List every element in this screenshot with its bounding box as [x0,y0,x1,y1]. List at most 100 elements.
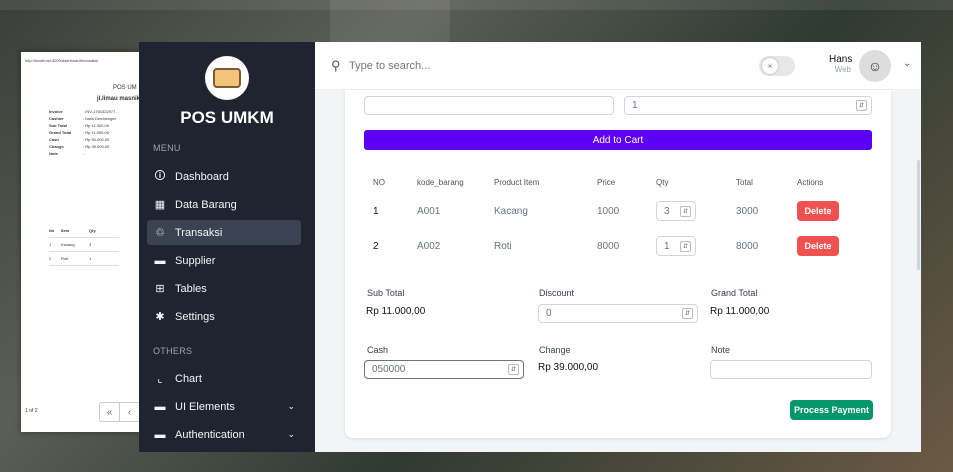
column-header: Price [597,178,616,187]
chart-icon: ⌞ [157,373,163,385]
row-qty-input[interactable]: 3 ⇵ [656,201,696,221]
scrollbar[interactable] [917,160,920,270]
preview-field-value: : hans Dembenger [83,116,116,121]
preview-field-key: Sub Total [49,123,67,128]
avatar[interactable]: ☺ [859,50,891,82]
sidebar-item-supplier[interactable]: ▬ Supplier [147,248,301,273]
preview-th: No [49,228,55,233]
cash-value: 050000 [372,364,406,375]
preview-table: No Item Qty 1 Kacang 3 2 Roti 1 [49,224,119,266]
user-role: Web [834,65,851,74]
sidebar-item-label: Supplier [175,254,216,267]
preview-url: http://localhost:3000/dashboard/transaks… [25,58,98,63]
preview-th: Item [61,228,70,233]
grand-total-value: Rp 11.000,00 [710,306,770,317]
column-header: Qty [656,178,669,187]
preview-field-value: : Rp 50.000,00 [83,137,110,142]
row-qty-value: 1 [664,240,670,252]
preview-title: POS UM [113,85,137,91]
cell-kode: A002 [417,241,441,252]
preview-pager: « ‹ [99,402,141,422]
sun-icon: ☀ [762,58,778,74]
change-value: Rp 39.000,00 [538,362,599,373]
sidebar-item-authentication[interactable]: ▬ Authentication ⌄ [147,422,301,447]
preview-field-key: Cashier [49,116,64,121]
brand-name: POS UMKM [180,108,274,127]
logo [205,56,249,100]
sidebar-item-ui-elements[interactable]: ▬ UI Elements ⌄ [147,394,301,419]
sidebar-item-label: Transaksi [175,226,223,239]
preview-field-value: : Rp 11.000,00 [83,130,109,135]
preview-field-key: Change [49,144,64,149]
add-to-cart-button[interactable]: Add to Cart [364,130,872,150]
process-payment-button[interactable]: Process Payment [790,400,873,420]
theme-toggle[interactable]: ☀ [759,56,795,76]
box-icon: ▬ [154,400,166,413]
product-select[interactable] [364,96,614,115]
chevron-down-icon: ⌄ [287,401,295,411]
delete-button[interactable]: Delete [797,201,839,221]
search-input[interactable] [349,56,589,76]
cell-no: 2 [373,241,379,252]
store-icon: ▦ [154,199,166,211]
preview-field-key: Cash [49,137,59,142]
sidebar: POS UMKM MENU 🛈 Dashboard ▦ Data Barang … [139,42,315,452]
sidebar-item-settings[interactable]: ✱ Settings [147,304,301,329]
info-icon: 🛈 [154,170,166,182]
discount-input[interactable]: 0 ⇵ [538,304,698,323]
sidebar-item-dashboard[interactable]: 🛈 Dashboard [147,164,301,189]
preview-field-key: Grand Total [49,130,72,135]
preview-field-value: : Rp 11.000,00 [83,123,109,128]
column-header: Total [736,178,753,187]
qty-input[interactable]: 1 ⇵ [624,96,872,115]
preview-field-key: Invoice [49,109,63,114]
stepper-icon[interactable]: ⇵ [680,206,691,217]
recycle-icon: ♲ [155,227,165,239]
store-logo-icon [213,68,241,88]
sidebar-item-label: Tables [175,282,207,295]
stepper-icon[interactable]: ⇵ [682,308,693,319]
preview-field-value: : [83,151,85,156]
preview-row: 2 Roti 1 [49,252,119,266]
sidebar-item-label: Dashboard [175,170,229,183]
others-section-label: OTHERS [153,346,193,356]
menu-section-label: MENU [153,143,181,153]
sidebar-item-label: Authentication [175,428,245,441]
chevron-down-icon: ⌄ [287,429,295,439]
preview-address: jl.limau masnik [97,96,141,102]
note-input[interactable] [710,360,872,379]
preview-td: 1 [89,256,92,261]
preview-th: Qty [89,228,96,233]
sidebar-item-chart[interactable]: ⌞ Chart [147,366,301,391]
cell-item: Kacang [494,206,528,217]
sidebar-item-tables[interactable]: ⊞ Tables [147,276,301,301]
first-page-button[interactable]: « [100,403,120,421]
prev-page-button[interactable]: ‹ [120,403,140,421]
preview-field-key: Note [49,151,58,156]
preview-td: Roti [61,256,69,261]
cash-input[interactable]: 050000 ⇵ [364,360,524,379]
preview-field-value: : INV-1750322977... [83,109,119,114]
preview-field-value: : Rp 39.000,00 [83,144,110,149]
transaction-card: 1 ⇵ Add to Cart NO kode_barang Product I… [345,90,891,438]
preview-fields: Invoice : INV-1750322977... Cashier : hans… [49,108,119,157]
cell-price: 8000 [597,241,620,252]
sidebar-item-data-barang[interactable]: ▦ Data Barang [147,192,301,217]
qty-value: 1 [632,100,638,111]
delete-button[interactable]: Delete [797,236,839,256]
print-preview: http://localhost:3000/dashboard/transaks… [21,52,141,432]
box-icon: ▬ [154,254,166,267]
row-qty-input[interactable]: 1 ⇵ [656,236,696,256]
stepper-icon[interactable]: ⇵ [856,100,867,111]
sidebar-item-transaksi[interactable]: ♲ Transaksi [147,220,301,245]
discount-label: Discount [539,288,575,298]
column-header: kode_barang [417,178,464,187]
user-name[interactable]: Hans [829,54,852,65]
stepper-icon[interactable]: ⇵ [508,364,519,375]
stepper-icon[interactable]: ⇵ [680,241,691,252]
sidebar-item-label: Settings [175,310,215,323]
chevron-down-icon[interactable]: ⌄ [903,58,911,69]
row-qty-value: 3 [664,205,670,217]
preview-td: Kacang [61,242,75,247]
box-icon: ▬ [154,428,166,441]
